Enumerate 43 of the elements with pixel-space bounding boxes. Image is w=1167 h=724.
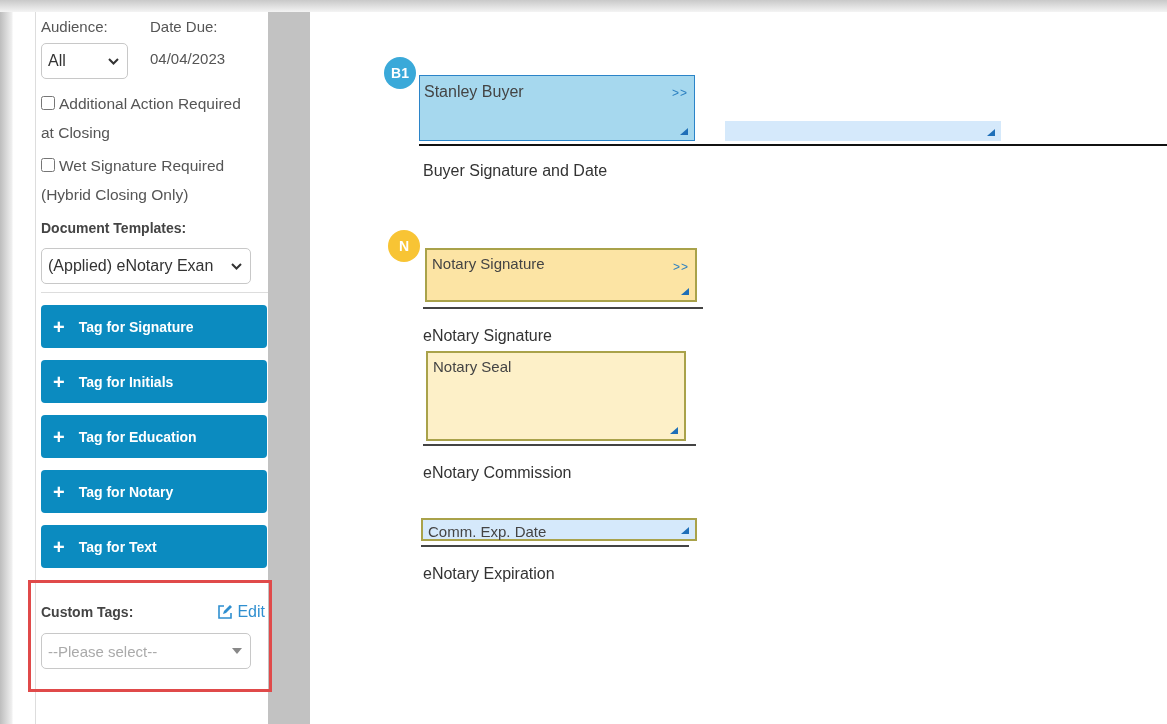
chevron-down-icon (108, 57, 119, 65)
resize-handle-icon[interactable] (680, 128, 688, 135)
signature-tag[interactable]: Notary Signature >> (425, 248, 697, 302)
edit-icon (217, 604, 234, 620)
resize-handle-icon[interactable] (681, 288, 689, 295)
checkbox-label[interactable]: Additional Action Required at Closing (41, 89, 253, 147)
add-tag-button[interactable]: + Tag for Education (41, 415, 267, 458)
field-caption: eNotary Signature (423, 327, 553, 345)
checkbox[interactable] (41, 158, 55, 172)
field-caption: eNotary Expiration (423, 565, 556, 583)
checkbox[interactable] (41, 96, 55, 110)
date-due-value: 04/04/2023 (150, 50, 226, 67)
field-caption: eNotary Commission (423, 464, 573, 482)
audience-label: Audience: (41, 18, 109, 35)
next-tag-arrows[interactable]: >> (672, 86, 688, 100)
edit-link[interactable]: Edit (217, 603, 265, 621)
seal-tag[interactable]: Notary Seal (426, 351, 686, 441)
date-tag[interactable]: Comm. Exp. Date (421, 518, 697, 541)
resize-handle-icon[interactable] (670, 427, 678, 434)
checkbox-label[interactable]: Wet Signature Required (Hybrid Closing Only) (41, 151, 253, 209)
date-due-label: Date Due: (150, 18, 219, 35)
resize-handle-icon[interactable] (681, 527, 689, 534)
custom-tags-label: Custom Tags: (41, 604, 134, 620)
chevron-down-icon (231, 262, 242, 270)
signer-badge: B1 (384, 57, 416, 89)
templates-label: Document Templates: (41, 220, 187, 236)
add-tag-button[interactable]: + Tag for Notary (41, 470, 267, 513)
add-tag-button[interactable]: + Tag for Text (41, 525, 267, 568)
tag-label: Notary Seal (433, 358, 512, 375)
signer-badge: N (388, 230, 420, 262)
next-tag-arrows[interactable]: >> (673, 260, 689, 274)
signature-tag[interactable]: Stanley Buyer >> (419, 75, 695, 141)
resize-handle-icon[interactable] (987, 129, 995, 136)
tag-label: Stanley Buyer (424, 83, 524, 100)
caret-icon (232, 648, 242, 654)
add-tag-button[interactable]: + Tag for Initials (41, 360, 267, 403)
templates-select[interactable]: (Applied) eNotary Exan (41, 248, 251, 284)
tag-label: Notary Signature (432, 255, 545, 272)
tag-label: Comm. Exp. Date (428, 523, 547, 540)
audience-select[interactable]: All (41, 43, 128, 79)
add-tag-button[interactable]: + Tag for Signature (41, 305, 267, 348)
field-caption: Buyer Signature and Date (423, 162, 609, 180)
custom-tags-select[interactable]: --Please select-- (41, 633, 251, 669)
